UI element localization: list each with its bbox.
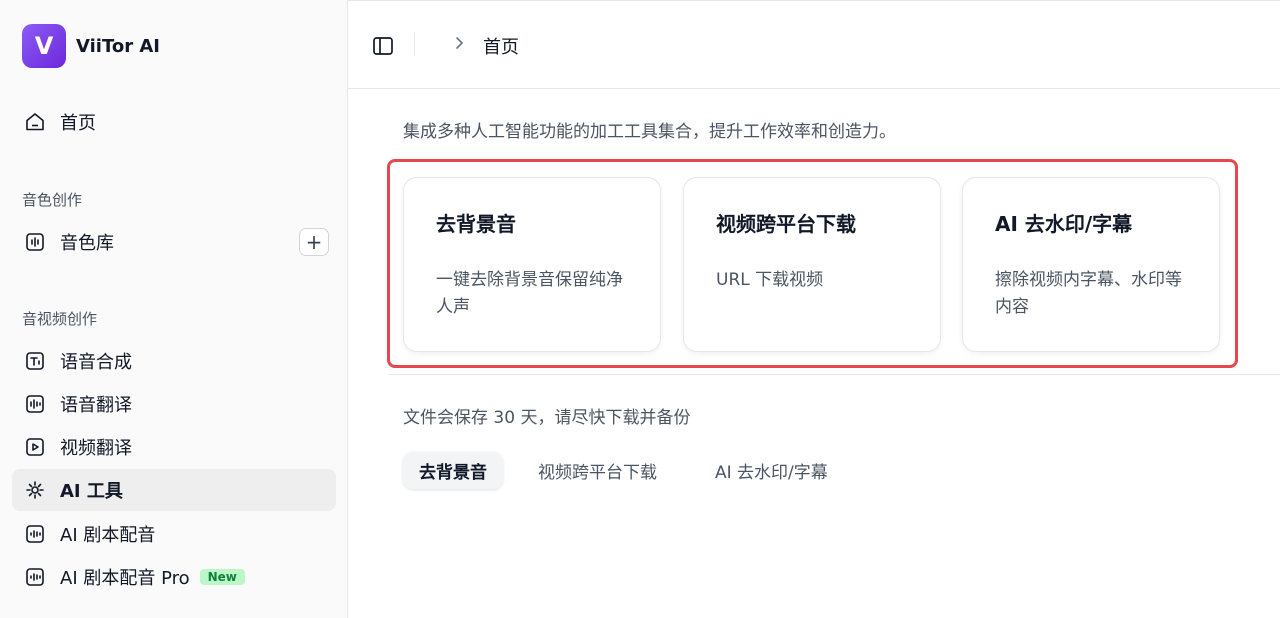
breadcrumb[interactable]: 首页	[483, 33, 519, 59]
sidebar-item-home[interactable]: 首页	[12, 101, 336, 143]
sidebar-item-label: 视频翻译	[60, 438, 132, 459]
sidebar-item-label: 语音合成	[60, 352, 132, 373]
tab-video-download[interactable]: 视频跨平台下载	[522, 452, 673, 489]
video-translate-icon	[24, 436, 46, 458]
retention-note: 文件会保存 30 天，请尽快下载并备份	[403, 408, 691, 428]
page-description: 集成多种人工智能功能的加工工具集合，提升工作效率和创造力。	[403, 122, 896, 142]
sidebar-item-voice-translate[interactable]: 语音翻译	[12, 383, 336, 425]
card-title: AI 去水印/字幕	[995, 212, 1133, 236]
sidebar-item-label: 语音翻译	[60, 395, 132, 416]
sidebar-item-label: AI 工具	[60, 481, 123, 502]
ai-tools-icon	[24, 479, 46, 501]
sidebar-item-video-translate[interactable]: 视频翻译	[12, 426, 336, 468]
card-description: URL 下载视频	[716, 270, 824, 290]
sidebar-item-label: 音色库	[60, 233, 114, 254]
card-description: 一键去除背景音保留纯净人声	[436, 270, 623, 317]
header-separator	[414, 32, 415, 56]
header-top-border	[348, 0, 1280, 1]
app-window: V ViiTor AI 首页 音色创作 音色库 + 音视频创作 语音合成 语音翻…	[0, 0, 1280, 618]
add-voice-button[interactable]: +	[299, 228, 329, 256]
voice-library-icon	[24, 231, 46, 253]
section-title-av: 音视频创作	[22, 310, 98, 328]
sidebar-item-script-dubbing[interactable]: AI 剧本配音	[12, 513, 336, 555]
content-divider	[388, 374, 1280, 375]
brand[interactable]: V ViiTor AI	[22, 24, 160, 68]
tool-card-remove-bg-audio[interactable]: 去背景音 一键去除背景音保留纯净人声	[403, 177, 661, 352]
card-description: 擦除视频内字幕、水印等内容	[995, 270, 1182, 317]
chevron-right-icon	[452, 34, 466, 56]
home-icon	[24, 111, 46, 133]
sidebar: V ViiTor AI 首页 音色创作 音色库 + 音视频创作 语音合成 语音翻…	[0, 0, 348, 618]
card-title: 去背景音	[436, 212, 516, 236]
voice-translate-icon	[24, 393, 46, 415]
section-title-voice: 音色创作	[22, 191, 83, 209]
tool-card-remove-watermark[interactable]: AI 去水印/字幕 擦除视频内字幕、水印等内容	[962, 177, 1220, 352]
sidebar-item-label: AI 剧本配音 Pro	[60, 568, 190, 589]
new-badge: New	[199, 569, 245, 585]
tool-card-video-download[interactable]: 视频跨平台下载 URL 下载视频	[683, 177, 941, 352]
tab-remove-watermark[interactable]: AI 去水印/字幕	[699, 452, 844, 489]
tab-remove-bg-audio[interactable]: 去背景音	[403, 452, 503, 489]
script-dubbing-pro-icon	[24, 566, 46, 588]
script-dubbing-icon	[24, 523, 46, 545]
sidebar-item-label: AI 剧本配音	[60, 525, 156, 546]
tts-icon	[24, 350, 46, 372]
sidebar-item-label: 首页	[60, 113, 96, 134]
sidebar-item-script-dubbing-pro[interactable]: AI 剧本配音 Pro New	[12, 556, 336, 598]
logo: V	[22, 24, 66, 68]
sidebar-item-ai-tools[interactable]: AI 工具	[12, 469, 336, 511]
brand-name: ViiTor AI	[76, 35, 160, 57]
toggle-sidebar-button[interactable]	[370, 33, 396, 59]
sidebar-item-tts[interactable]: 语音合成	[12, 340, 336, 382]
sidebar-item-voice-library[interactable]: 音色库	[12, 221, 336, 263]
card-title: 视频跨平台下载	[716, 212, 856, 236]
sidebar-panel-icon	[373, 37, 393, 55]
